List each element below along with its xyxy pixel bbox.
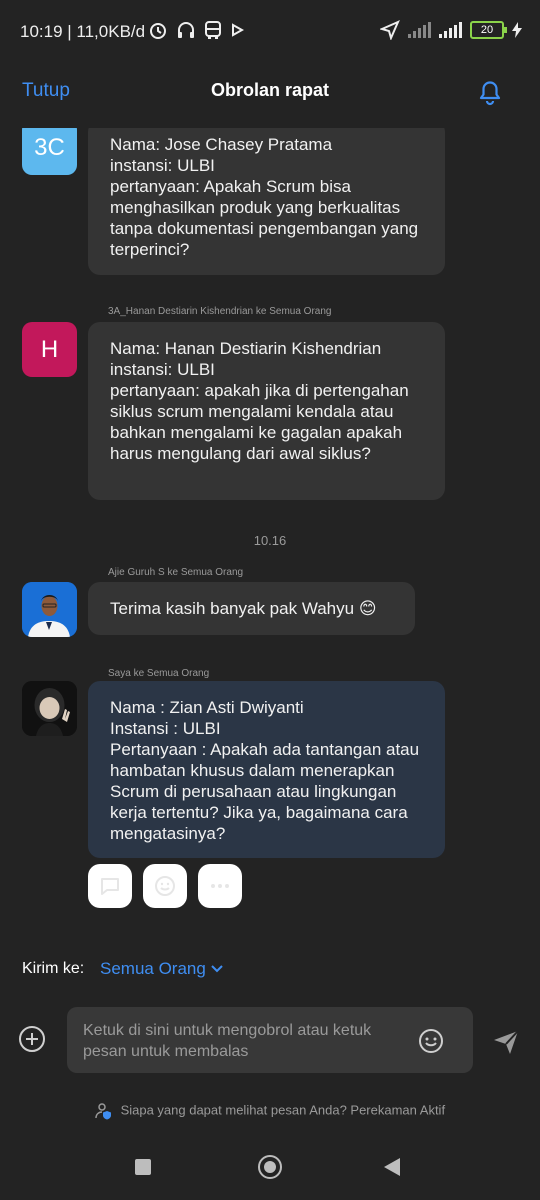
react-button[interactable] [143, 864, 187, 908]
reply-icon [101, 878, 119, 895]
play-icon [232, 23, 244, 37]
profile-photo-icon [22, 582, 77, 637]
privacy-notice[interactable]: Siapa yang dapat melihat pesan Anda? Per… [0, 1102, 540, 1120]
reply-button[interactable] [88, 864, 132, 908]
back-button[interactable] [384, 1158, 400, 1176]
battery-icon: 20 [470, 21, 507, 39]
system-nav-bar [0, 1140, 540, 1200]
bell-icon[interactable] [475, 76, 505, 106]
headphones-icon [178, 22, 194, 38]
message-actions [88, 864, 242, 908]
message-input[interactable]: Ketuk di sini untuk mengobrol atau ketuk… [67, 1007, 473, 1073]
message-composer: Ketuk di sini untuk mengobrol atau ketuk… [0, 1006, 540, 1076]
profile-photo-icon [22, 681, 77, 736]
message-timestamp: 10.16 [253, 533, 287, 548]
user-shield-icon [95, 1103, 111, 1120]
status-time: 10:19 | 11,0KB/d [20, 22, 146, 41]
recents-button[interactable] [135, 1159, 151, 1175]
status-bar: 10:19 | 11,0KB/d 20 [0, 0, 540, 60]
chat-header: Tutup Obrolan rapat [0, 60, 540, 122]
message-bubble[interactable]: Nama: Jose Chasey Pratama instansi: ULBI… [88, 128, 445, 275]
page-title: Obrolan rapat [210, 80, 330, 100]
avatar[interactable]: 3C [22, 128, 77, 175]
message-bubble[interactable]: Nama: Hanan Destiarin Kishendrian instan… [88, 322, 445, 500]
signal-4g-icon [439, 22, 462, 38]
message-bubble[interactable]: Nama : Zian Asti Dwiyanti Instansi : ULB… [88, 681, 445, 858]
charging-icon [512, 22, 522, 38]
recipient-value: Semua Orang [100, 959, 206, 978]
home-button[interactable] [258, 1155, 282, 1179]
signal-icon [408, 22, 431, 38]
avatar[interactable] [22, 582, 77, 637]
send-icon[interactable] [492, 1028, 520, 1056]
message-bubble[interactable]: Terima kasih banyak pak Wahyu 😊 [88, 582, 415, 635]
message-sender: Ajie Guruh S ke Semua Orang [108, 567, 244, 578]
status-right: 20 [380, 20, 522, 40]
chat-messages[interactable]: 3C Nama: Jose Chasey Pratama instansi: U… [0, 128, 540, 918]
avatar[interactable]: H [22, 322, 77, 377]
avatar[interactable] [22, 681, 77, 736]
chevron-down-icon [211, 965, 223, 973]
message-sender: 3A_Hanan Destiarin Kishendrian ke Semua … [108, 306, 332, 317]
alarm-icon [150, 23, 166, 39]
bus-icon [205, 21, 221, 39]
status-icons [148, 20, 244, 40]
location-icon [380, 20, 400, 40]
recipient-dropdown[interactable]: Semua Orang [100, 959, 224, 979]
send-to-label: Kirim ke: [22, 960, 85, 977]
emoji-icon[interactable] [417, 1027, 445, 1055]
add-attachment-button[interactable] [19, 1026, 45, 1052]
message-sender: Saya ke Semua Orang [108, 668, 210, 679]
more-icon [211, 884, 229, 888]
privacy-text: Siapa yang dapat melihat pesan Anda? Per… [120, 1102, 446, 1118]
smiley-icon [155, 876, 175, 896]
message-input-placeholder: Ketuk di sini untuk mengobrol atau ketuk… [83, 1022, 372, 1060]
more-button[interactable] [198, 864, 242, 908]
